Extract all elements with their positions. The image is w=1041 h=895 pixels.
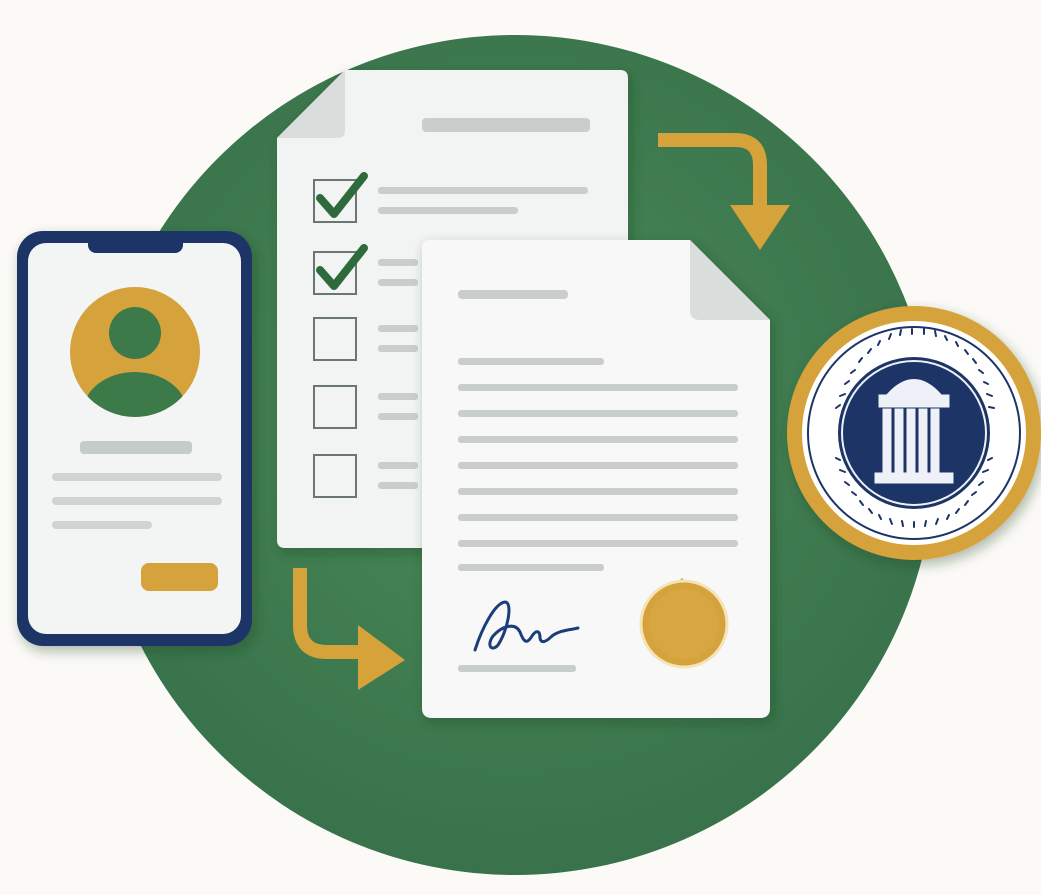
checkbox-empty <box>313 385 357 429</box>
doc-text-line <box>458 436 738 443</box>
checklist-line <box>378 482 418 489</box>
checklist-line <box>378 393 418 400</box>
checklist-line <box>378 259 418 266</box>
doc-text-line <box>458 410 738 417</box>
doc-text-line <box>458 462 738 469</box>
checklist-line <box>378 345 418 352</box>
certificate-document-icon <box>422 240 770 718</box>
phone-notch <box>88 231 183 253</box>
profile-name-placeholder <box>80 441 192 454</box>
doc-text-line <box>458 540 738 547</box>
profile-text-line <box>52 497 222 505</box>
checklist-line <box>378 187 588 194</box>
checklist-line <box>378 279 418 286</box>
profile-text-line <box>52 521 152 529</box>
checklist-line <box>378 207 518 214</box>
illustration-canvas <box>17 35 1041 875</box>
doc-title-placeholder <box>422 118 590 132</box>
checklist-line <box>378 413 418 420</box>
doc-text-line <box>458 564 604 571</box>
doc-text-line <box>458 384 738 391</box>
checkbox-empty <box>313 454 357 498</box>
document-workflow-illustration <box>0 0 1041 895</box>
doc-title-placeholder <box>458 290 568 299</box>
phone-action-button <box>141 563 218 591</box>
doc-text-line <box>458 514 738 521</box>
phone-icon <box>17 231 252 646</box>
checklist-line <box>378 325 418 332</box>
signature-line <box>458 665 576 672</box>
checkbox-empty <box>313 317 357 361</box>
checklist-line <box>378 462 418 469</box>
institution-seal-icon <box>787 306 1041 560</box>
doc-text-line <box>458 488 738 495</box>
profile-text-line <box>52 473 222 481</box>
wax-seal-icon <box>639 578 729 669</box>
doc-text-line <box>458 358 604 365</box>
